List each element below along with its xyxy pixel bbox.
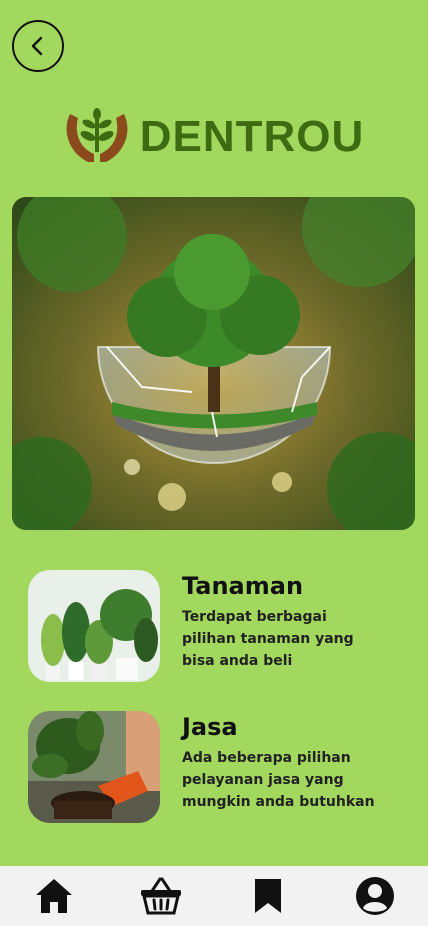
category-card-jasa[interactable]: Jasa Ada beberapa pilihan pelayanan jasa… xyxy=(28,711,408,823)
category-card-tanaman[interactable]: Tanaman Terdapat berbagai pilihan tanama… xyxy=(28,570,408,682)
basket-icon xyxy=(140,877,181,915)
plants-thumbnail xyxy=(28,570,160,682)
nav-home[interactable] xyxy=(30,872,78,920)
back-button[interactable] xyxy=(12,20,64,72)
brand-name: DENTROU xyxy=(139,112,365,161)
nav-bookmark[interactable] xyxy=(244,872,292,920)
bottom-navigation xyxy=(0,866,428,926)
chevron-left-icon xyxy=(31,36,43,56)
category-title: Tanaman xyxy=(182,572,304,600)
gardening-service-thumbnail xyxy=(28,711,160,823)
profile-icon xyxy=(355,877,394,915)
nav-profile[interactable] xyxy=(351,872,399,920)
bookmark-icon xyxy=(254,879,281,913)
nav-basket[interactable] xyxy=(137,872,185,920)
home-icon xyxy=(35,879,72,913)
brand-logo: DENTROU xyxy=(0,108,428,166)
category-title: Jasa xyxy=(182,713,238,741)
category-description: Terdapat berbagai pilihan tanaman yang b… xyxy=(182,609,354,669)
hero-image xyxy=(12,197,415,530)
category-description: Ada beberapa pilihan pelayanan jasa yang… xyxy=(182,750,375,810)
plant-hands-icon xyxy=(66,108,128,162)
